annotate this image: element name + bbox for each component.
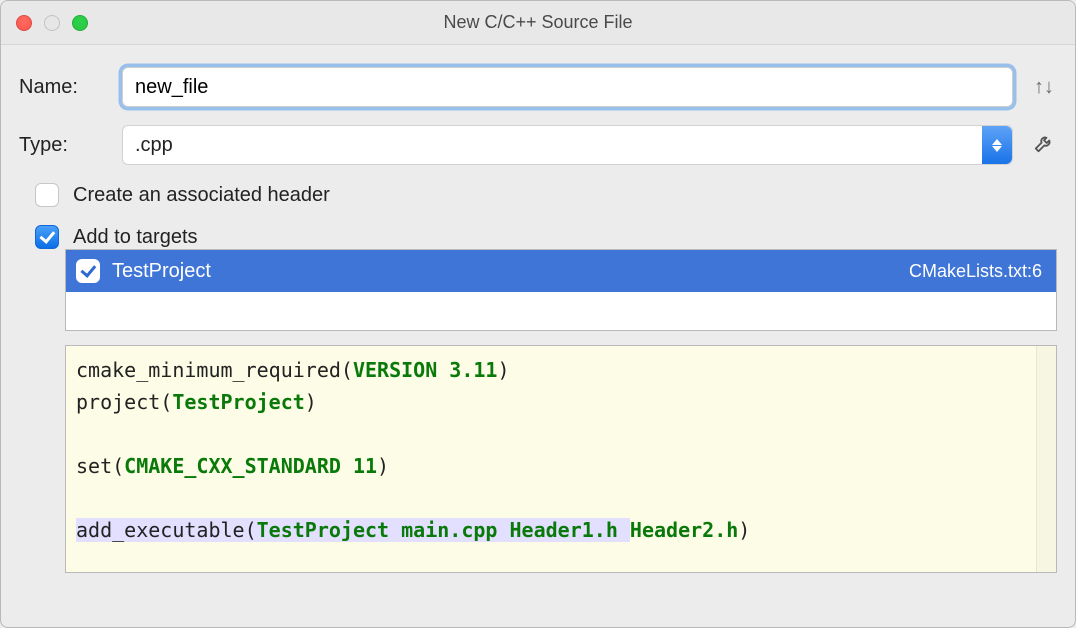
name-row: Name: ↑↓ — [19, 67, 1057, 107]
window-controls — [16, 15, 88, 31]
type-label: Type: — [19, 134, 104, 157]
maximize-window-button[interactable] — [72, 15, 88, 31]
add-targets-checkbox[interactable] — [35, 225, 59, 249]
chevron-updown-icon — [982, 126, 1012, 164]
type-select-value: .cpp — [135, 134, 173, 157]
target-name: TestProject — [112, 260, 897, 283]
dialog-content: Name: ↑↓ Type: .cpp Creat — [1, 45, 1075, 249]
spacer — [1, 331, 1075, 345]
window-title: New C/C++ Source File — [1, 12, 1075, 33]
titlebar: New C/C++ Source File — [1, 1, 1075, 45]
target-file-ref: CMakeLists.txt:6 — [909, 261, 1042, 282]
code-kw: TestProject main.cpp Header1.h — [257, 518, 630, 542]
code-kw: CMAKE_CXX_STANDARD 11 — [124, 454, 377, 478]
type-row: Type: .cpp — [19, 125, 1057, 165]
type-select[interactable]: .cpp — [122, 125, 1013, 165]
code-text: ) — [305, 390, 317, 414]
code-scrollbar[interactable] — [1036, 346, 1056, 572]
sort-toggle-icon[interactable]: ↑↓ — [1031, 76, 1057, 99]
name-input-wrap — [122, 67, 1013, 107]
code-text: set( — [76, 454, 124, 478]
create-header-row: Create an associated header — [19, 183, 1057, 207]
code-text: add_executable( — [76, 518, 257, 542]
code-kw: Header2.h — [630, 518, 738, 542]
add-targets-row: Add to targets — [19, 225, 1057, 249]
code-text: ) — [377, 454, 389, 478]
targets-list: TestProject CMakeLists.txt:6 — [65, 249, 1057, 331]
create-header-label: Create an associated header — [73, 184, 330, 207]
add-targets-label: Add to targets — [73, 226, 198, 249]
minimize-window-button[interactable] — [44, 15, 60, 31]
code-kw: VERSION 3.11 — [353, 358, 498, 382]
code-text: ) — [738, 518, 750, 542]
code-text: cmake_minimum_required( — [76, 358, 353, 382]
target-checkbox[interactable] — [76, 259, 100, 283]
code-kw: TestProject — [172, 390, 304, 414]
wrench-icon[interactable] — [1031, 132, 1057, 159]
code-highlight: add_executable(TestProject main.cpp Head… — [76, 518, 630, 542]
name-input[interactable] — [135, 76, 1000, 99]
code-text: project( — [76, 390, 172, 414]
name-label: Name: — [19, 76, 104, 99]
dialog-window: New C/C++ Source File Name: ↑↓ Type: .cp… — [0, 0, 1076, 628]
cmake-preview: cmake_minimum_required(VERSION 3.11) pro… — [65, 345, 1057, 573]
close-window-button[interactable] — [16, 15, 32, 31]
code-text: ) — [497, 358, 509, 382]
create-header-checkbox[interactable] — [35, 183, 59, 207]
target-row[interactable]: TestProject CMakeLists.txt:6 — [66, 250, 1056, 292]
